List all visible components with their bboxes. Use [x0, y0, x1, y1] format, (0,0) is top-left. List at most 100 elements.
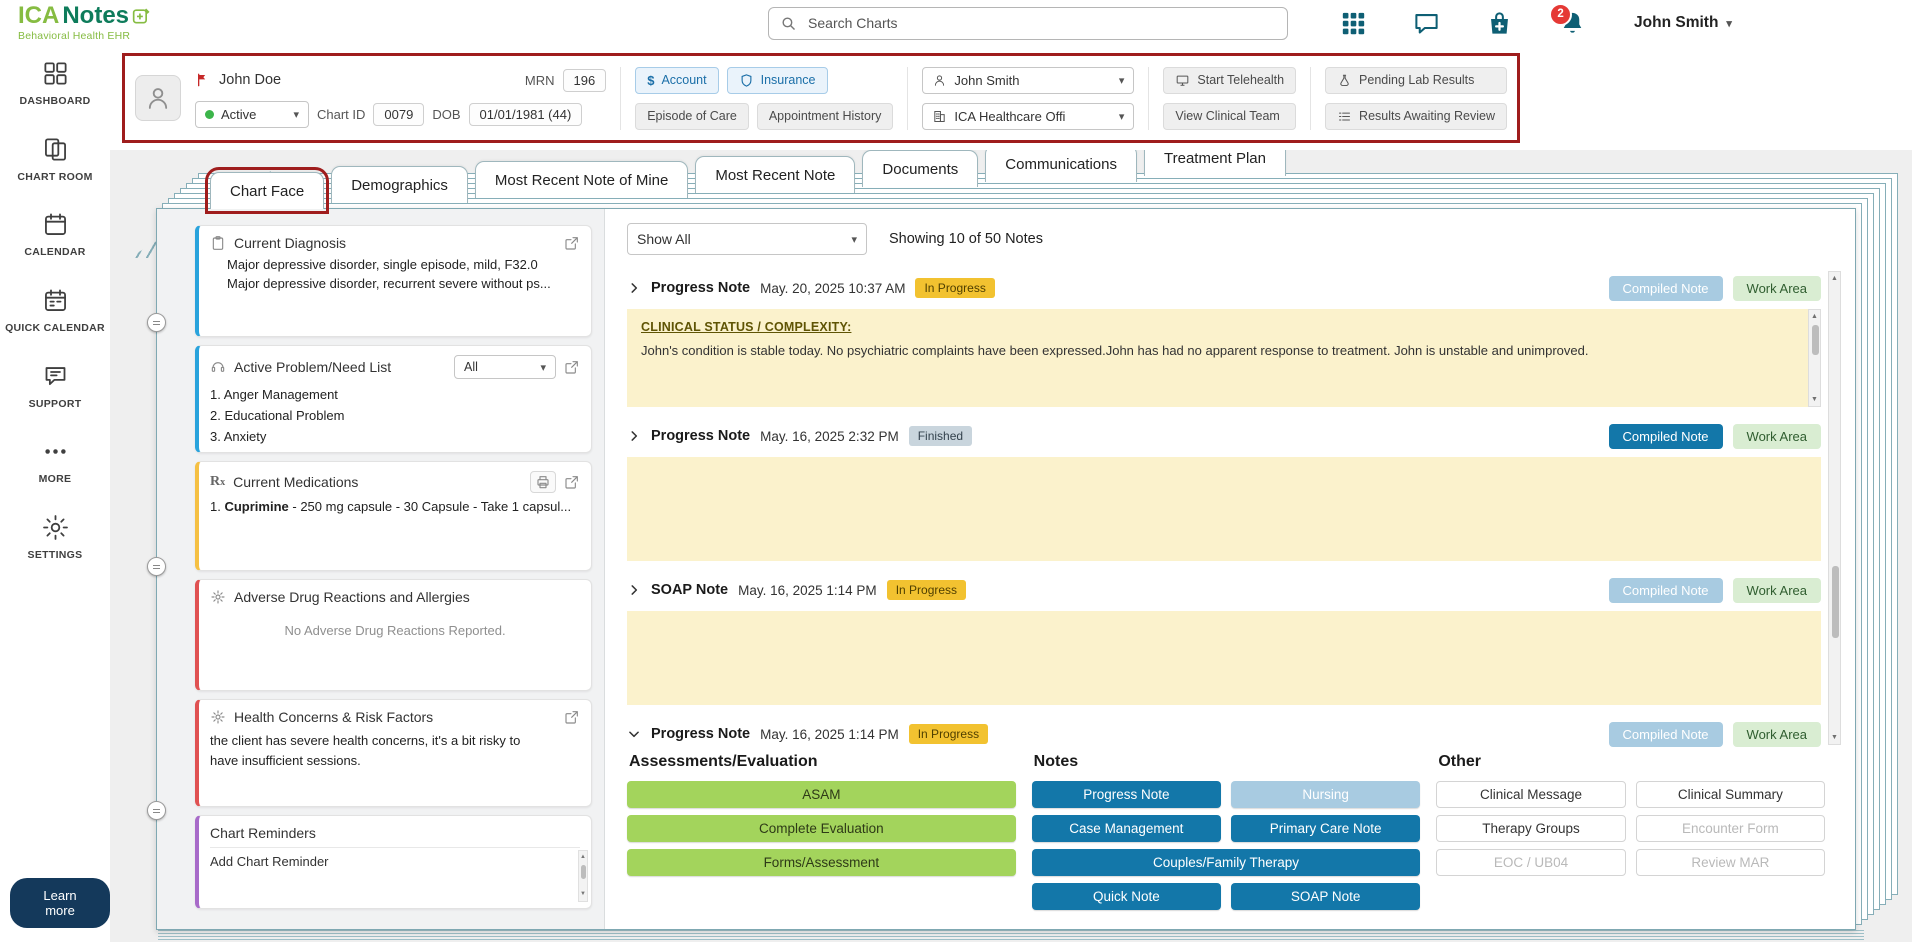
scroll-down-arrow[interactable]: ▼ — [1809, 393, 1820, 406]
tab-most-recent-note[interactable]: Most Recent Note — [695, 156, 856, 193]
problem-filter-select[interactable]: All ▾ — [454, 355, 556, 379]
notifications-bell-icon[interactable]: 2 — [1549, 2, 1586, 37]
note-content-panel: CLINICAL STATUS / COMPLEXITY: John's con… — [627, 309, 1821, 407]
quick-note-button[interactable]: Quick Note — [1031, 883, 1221, 910]
chevron-right-icon[interactable] — [627, 583, 641, 597]
account-button[interactable]: $ Account — [635, 66, 719, 94]
results-awaiting-review-button[interactable]: Results Awaiting Review — [1325, 102, 1507, 130]
asam-button[interactable]: ASAM — [627, 781, 1016, 808]
flag-icon[interactable] — [195, 72, 211, 88]
external-link-icon[interactable] — [564, 474, 580, 490]
tab-communications[interactable]: Communications — [985, 150, 1137, 182]
chart-search[interactable] — [768, 6, 1289, 40]
sidebar-item-calendar[interactable]: CALENDAR — [0, 197, 110, 273]
couples-family-therapy-button[interactable]: Couples/Family Therapy — [1031, 849, 1421, 876]
card-title: Adverse Drug Reactions and Allergies — [234, 589, 470, 605]
compiled-note-button[interactable]: Compiled Note — [1608, 721, 1723, 747]
sidebar-item-settings[interactable]: SETTINGS — [0, 500, 110, 576]
tab-most-recent-note-of-mine[interactable]: Most Recent Note of Mine — [474, 161, 689, 198]
note-row[interactable]: SOAP Note May. 16, 2025 1:14 PM In Progr… — [627, 573, 1821, 607]
note-title: Progress Note — [651, 428, 751, 444]
forms-assessment-button[interactable]: Forms/Assessment — [627, 849, 1016, 876]
notes-filter-select[interactable]: Show All ▾ — [627, 223, 867, 255]
search-input[interactable] — [806, 14, 1277, 32]
sidebar-item-dashboard[interactable]: DASHBOARD — [0, 46, 110, 122]
scroll-up-arrow[interactable]: ▲ — [1809, 310, 1820, 323]
add-chart-reminder[interactable]: Add Chart Reminder — [210, 854, 580, 869]
store-icon[interactable] — [1486, 10, 1513, 37]
shield-icon — [739, 73, 754, 88]
scroll-up-arrow[interactable]: ▲ — [579, 851, 587, 864]
view-clinical-team-button[interactable]: View Clinical Team — [1163, 102, 1297, 130]
scroll-down-arrow[interactable]: ▼ — [579, 888, 587, 901]
section-title: Notes — [1033, 753, 1079, 770]
case-management-button[interactable]: Case Management — [1031, 815, 1221, 842]
tab-chart-face[interactable]: Chart Face — [204, 167, 330, 214]
scroll-down-arrow[interactable]: ▼ — [1829, 731, 1840, 744]
messages-icon[interactable] — [1413, 10, 1440, 37]
note-content-scrollbar[interactable]: ▲ ▼ — [1808, 309, 1821, 407]
sidebar-item-support[interactable]: SUPPORT — [0, 349, 110, 425]
learn-more-button[interactable]: Learn more — [10, 878, 110, 928]
status-select[interactable]: Active ▾ — [195, 100, 309, 128]
print-icon[interactable] — [530, 471, 556, 493]
adverse-reactions-card: Adverse Drug Reactions and Allergies No … — [195, 579, 592, 691]
reaction-icon — [210, 589, 226, 605]
panel-resize-handle[interactable] — [147, 801, 166, 820]
note-row[interactable]: Progress Note May. 20, 2025 10:37 AM In … — [627, 271, 1821, 305]
insurance-button[interactable]: Insurance — [726, 66, 828, 94]
encounter-form-button[interactable]: Encounter Form — [1635, 815, 1826, 842]
provider-select[interactable]: John Smith ▾ — [922, 66, 1135, 94]
review-mar-button[interactable]: Review MAR — [1635, 849, 1826, 876]
pending-lab-results-button[interactable]: Pending Lab Results — [1325, 66, 1507, 94]
dialpad-icon[interactable] — [1340, 10, 1367, 37]
sidebar-item-quick-calendar[interactable]: QUICK CALENDAR — [0, 273, 110, 349]
panel-resize-handle[interactable] — [147, 557, 166, 576]
tab-documents[interactable]: Documents — [862, 150, 979, 187]
eoc-ub04-button[interactable]: EOC / UB04 — [1436, 849, 1626, 876]
note-title: Progress Note — [651, 280, 751, 296]
external-link-icon[interactable] — [564, 359, 580, 375]
chevron-right-icon[interactable] — [627, 429, 641, 443]
start-telehealth-button[interactable]: Start Telehealth — [1163, 66, 1297, 94]
compiled-note-button[interactable]: Compiled Note — [1608, 423, 1723, 449]
external-link-icon[interactable] — [564, 709, 580, 725]
diagnosis-item: Major depressive disorder, recurrent sev… — [227, 276, 580, 291]
work-area-button[interactable]: Work Area — [1732, 721, 1821, 747]
sidebar-item-label: SUPPORT — [28, 397, 82, 410]
app-logo[interactable]: ICA Notes Behavioral Health EHR — [18, 4, 152, 42]
compiled-note-button[interactable]: Compiled Note — [1608, 275, 1723, 301]
chevron-right-icon[interactable] — [627, 281, 641, 295]
therapy-groups-button[interactable]: Therapy Groups — [1436, 815, 1626, 842]
appointment-history-button[interactable]: Appointment History — [756, 102, 894, 130]
panel-resize-handle[interactable] — [147, 313, 166, 332]
sidebar-item-more[interactable]: MORE — [0, 424, 110, 500]
progress-note-button[interactable]: Progress Note — [1031, 781, 1221, 808]
reminders-scrollbar[interactable]: ▲ ▼ — [578, 850, 588, 902]
office-select[interactable]: ICA Healthcare Offi ▾ — [922, 102, 1135, 130]
note-row[interactable]: Progress Note May. 16, 2025 1:14 PM In P… — [627, 717, 1821, 751]
tab-demographics[interactable]: Demographics — [331, 166, 468, 203]
note-row[interactable]: Progress Note May. 16, 2025 2:32 PM Fini… — [627, 419, 1821, 453]
monitor-icon — [1175, 73, 1190, 88]
chevron-down-icon[interactable] — [627, 727, 641, 741]
scroll-up-arrow[interactable]: ▲ — [1829, 272, 1840, 285]
primary-care-note-button[interactable]: Primary Care Note — [1231, 815, 1421, 842]
sidebar-item-chart-room[interactable]: CHART ROOM — [0, 122, 110, 198]
external-link-icon[interactable] — [564, 235, 580, 251]
nursing-button[interactable]: Nursing — [1231, 781, 1421, 808]
episode-of-care-button[interactable]: Episode of Care — [635, 102, 749, 130]
work-area-button[interactable]: Work Area — [1732, 275, 1821, 301]
patient-avatar[interactable] — [135, 75, 181, 121]
work-area-button[interactable]: Work Area — [1732, 423, 1821, 449]
notes-scrollbar[interactable]: ▲ ▼ — [1828, 271, 1841, 745]
search-icon — [780, 15, 797, 32]
complete-evaluation-button[interactable]: Complete Evaluation — [627, 815, 1016, 842]
work-area-button[interactable]: Work Area — [1732, 577, 1821, 603]
compiled-note-button[interactable]: Compiled Note — [1608, 577, 1723, 603]
clinical-message-button[interactable]: Clinical Message — [1436, 781, 1626, 808]
user-menu[interactable]: John Smith ▾ — [1634, 14, 1732, 32]
soap-note-button[interactable]: SOAP Note — [1231, 883, 1421, 910]
tab-treatment-plan[interactable]: Treatment Plan — [1144, 150, 1286, 176]
clinical-summary-button[interactable]: Clinical Summary — [1635, 781, 1826, 808]
